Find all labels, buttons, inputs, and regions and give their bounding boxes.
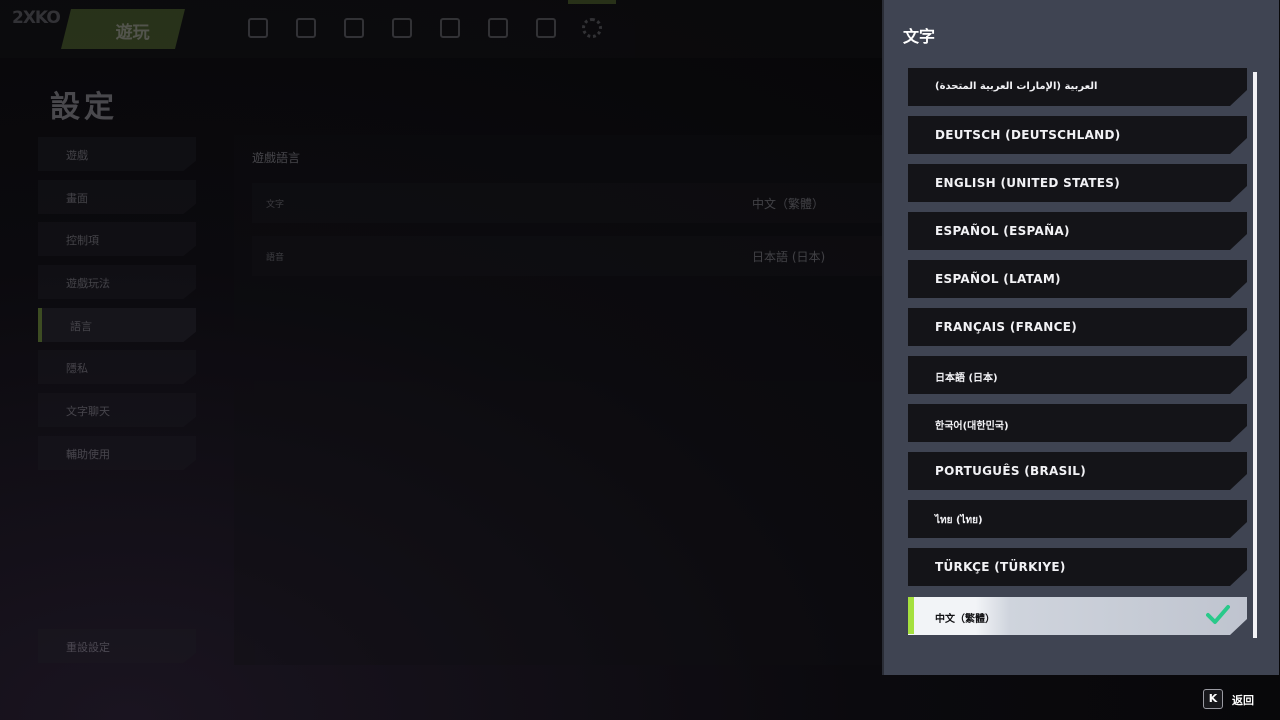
play-tab[interactable]: 遊玩 (61, 9, 185, 49)
sidebar-item-label: 遊戲玩法 (66, 277, 110, 290)
sidebar-item-display[interactable]: 畫面 (38, 180, 196, 214)
sidebar-item-label: 控制項 (66, 234, 99, 247)
language-option-label: 日本語 (日本) (935, 373, 998, 384)
section-heading: 遊戲語言 (252, 151, 301, 165)
language-select-panel: 文字 العربية (الإمارات العربية المتحدة) DE… (882, 0, 1279, 675)
sidebar-item-label: 輔助使用 (66, 448, 110, 461)
language-option-label: ESPAÑOL (ESPAÑA) (935, 224, 1070, 238)
back-button[interactable]: 返回 (1232, 692, 1254, 708)
game-logo: 2XKO (12, 8, 61, 28)
language-option-portuguese[interactable]: PORTUGUÊS (BRASIL) (908, 452, 1247, 490)
store-icon[interactable] (248, 18, 268, 38)
language-option-japanese[interactable]: 日本語 (日本) (908, 356, 1247, 394)
language-option-label: PORTUGUÊS (BRASIL) (935, 464, 1087, 478)
sidebar-item-privacy[interactable]: 隱私 (38, 350, 196, 384)
sidebar-item-controls[interactable]: 控制項 (38, 222, 196, 256)
setting-label: 文字 (266, 200, 285, 210)
sidebar-item-label: 隱私 (66, 362, 88, 375)
language-option-korean[interactable]: 한국어(대한민국) (908, 404, 1247, 442)
profile-icon[interactable] (536, 18, 556, 38)
social-icon[interactable] (440, 18, 460, 38)
sidebar-item-label: 文字聊天 (66, 405, 110, 418)
setting-value: 中文（繁體） (752, 197, 825, 211)
language-option-label: ENGLISH (UNITED STATES) (935, 176, 1120, 190)
language-list: العربية (الإمارات العربية المتحدة) DEUTS… (908, 68, 1248, 638)
page-title: 設定 (50, 90, 118, 125)
panel-title: 文字 (903, 27, 936, 46)
trophy-icon[interactable] (488, 18, 508, 38)
play-tab-label: 遊玩 (115, 23, 150, 43)
sidebar-item-text-chat[interactable]: 文字聊天 (38, 393, 196, 427)
language-option-label: 中文（繁體） (935, 614, 995, 625)
active-tab-indicator (568, 0, 616, 4)
setting-label: 語音 (266, 253, 285, 263)
text-language-row[interactable]: 文字 中文（繁體） (252, 183, 884, 223)
sidebar-item-label: 畫面 (66, 192, 88, 205)
sidebar-item-accessibility[interactable]: 輔助使用 (38, 436, 196, 470)
collection-icon[interactable] (392, 18, 412, 38)
selected-indicator-bar (908, 597, 914, 634)
language-option-french[interactable]: FRANÇAIS (FRANCE) (908, 308, 1247, 346)
language-option-label: FRANÇAIS (FRANCE) (935, 320, 1077, 334)
sidebar-item-gameplay[interactable]: 遊戲玩法 (38, 265, 196, 299)
language-option-arabic[interactable]: العربية (الإمارات العربية المتحدة) (908, 68, 1247, 106)
language-option-label: 한국어(대한민국) (935, 421, 1009, 432)
sidebar-item-label: 語言 (70, 320, 92, 333)
language-option-label: العربية (الإمارات العربية المتحدة) (935, 81, 1098, 92)
language-option-label: ไทย (ไทย) (935, 515, 983, 526)
reset-settings-label: 重設設定 (66, 641, 110, 654)
language-option-turkish[interactable]: TÜRKÇE (TÜRKIYE) (908, 548, 1247, 586)
language-option-label: TÜRKÇE (TÜRKIYE) (935, 560, 1066, 574)
mail-icon[interactable] (344, 18, 364, 38)
language-option-spanish-spain[interactable]: ESPAÑOL (ESPAÑA) (908, 212, 1247, 250)
bag-icon[interactable] (296, 18, 316, 38)
language-option-german[interactable]: DEUTSCH (DEUTSCHLAND) (908, 116, 1247, 154)
language-option-label: ESPAÑOL (LATAM) (935, 272, 1061, 286)
gear-icon[interactable] (582, 18, 602, 38)
sidebar-item-language[interactable]: 語言 (38, 308, 196, 342)
scrollbar-thumb[interactable] (1253, 72, 1257, 638)
settings-content-panel: 遊戲語言 文字 中文（繁體） 語音 日本語 (日本) (234, 135, 884, 665)
list-scrollbar[interactable] (1253, 72, 1257, 638)
language-option-chinese-traditional[interactable]: 中文（繁體） (908, 597, 1247, 635)
language-option-thai[interactable]: ไทย (ไทย) (908, 500, 1247, 538)
app-root: 2XKO 遊玩 設定 遊戲 畫面 控制項 遊戲玩法 語言 隱私 文字聊天 輔助使… (0, 0, 1280, 720)
language-option-label: DEUTSCH (DEUTSCHLAND) (935, 128, 1121, 142)
sidebar-item-game[interactable]: 遊戲 (38, 137, 196, 171)
back-key-badge: K (1203, 689, 1223, 709)
language-option-english[interactable]: ENGLISH (UNITED STATES) (908, 164, 1247, 202)
check-icon (1206, 605, 1230, 624)
language-option-spanish-latam[interactable]: ESPAÑOL (LATAM) (908, 260, 1247, 298)
voice-language-row[interactable]: 語音 日本語 (日本) (252, 236, 884, 276)
sidebar-item-label: 遊戲 (66, 149, 88, 162)
reset-settings-button[interactable]: 重設設定 (38, 629, 196, 663)
setting-value: 日本語 (日本) (752, 250, 826, 264)
